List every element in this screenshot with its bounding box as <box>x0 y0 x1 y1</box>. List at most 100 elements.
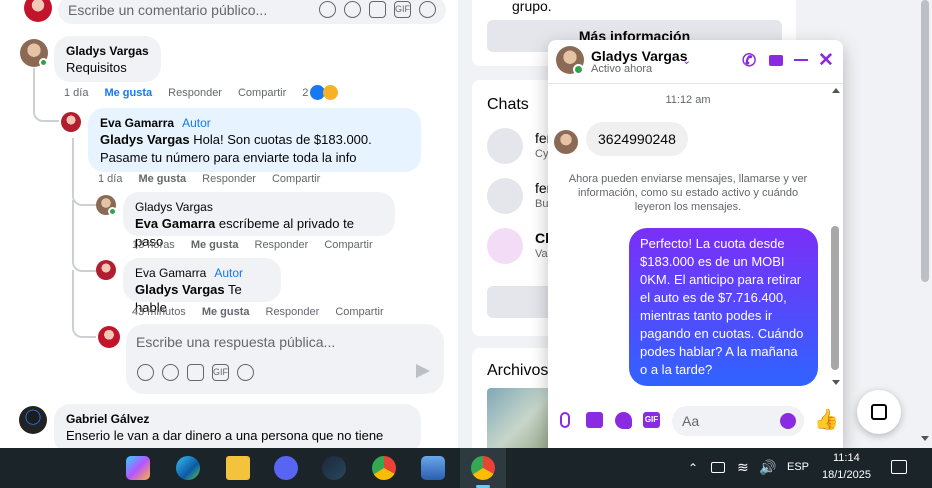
copilot-icon[interactable] <box>126 456 150 480</box>
minimize-icon[interactable] <box>794 59 808 61</box>
chat-header[interactable]: Gladys Vargas Activo ahora ⌄ ✆ ✕ <box>548 40 843 84</box>
gif-icon[interactable]: GIF <box>643 412 660 428</box>
scroll-thumb[interactable] <box>831 226 839 370</box>
emoji-icon[interactable] <box>780 413 796 429</box>
thread-line <box>33 68 59 122</box>
comment-time[interactable]: 13 horas <box>132 239 175 251</box>
avatar-sticker-icon[interactable] <box>319 1 336 18</box>
reply-input[interactable]: Escribe una respuesta pública... GIF <box>126 324 444 394</box>
share-button[interactable]: Compartir <box>238 87 286 99</box>
microphone-icon[interactable] <box>560 412 570 428</box>
message-input[interactable]: Aa <box>672 406 804 436</box>
comment-author[interactable]: Gabriel Gálvez <box>66 411 409 427</box>
chrome-icon[interactable] <box>372 456 396 480</box>
sticker-icon[interactable] <box>615 412 632 429</box>
thumbs-up-icon[interactable]: 👍 <box>814 410 839 430</box>
reactions-count[interactable]: 2 <box>302 85 339 100</box>
camera-icon[interactable] <box>369 1 386 18</box>
gif-icon[interactable]: GIF <box>212 364 229 381</box>
mention[interactable]: Eva Gamarra <box>135 216 215 231</box>
comment-time[interactable]: 1 día <box>64 87 88 99</box>
reply-button[interactable]: Responder <box>168 87 222 99</box>
chat-item[interactable]: Ch Val <box>487 228 554 264</box>
avatar-sticker-icon[interactable] <box>137 364 154 381</box>
avatar[interactable] <box>96 260 116 280</box>
sticker-icon[interactable] <box>237 364 254 381</box>
device-icon[interactable] <box>711 462 725 473</box>
scroll-down-icon[interactable] <box>921 436 929 441</box>
compose-icon <box>871 404 887 420</box>
reply-button[interactable]: Responder <box>202 173 256 185</box>
share-button[interactable]: Compartir <box>272 173 320 185</box>
chevron-up-icon[interactable]: ⌃ <box>688 461 698 475</box>
group-text: grupo. <box>512 0 552 14</box>
thread-line <box>72 270 96 338</box>
chat-item[interactable]: fer Bu <box>487 178 551 214</box>
discord-icon[interactable] <box>274 456 298 480</box>
received-message[interactable]: 3624990248 <box>586 122 688 156</box>
notification-icon[interactable] <box>891 460 907 474</box>
comment-time[interactable]: 1 día <box>98 173 122 185</box>
phone-icon[interactable]: ✆ <box>742 52 756 69</box>
close-icon[interactable]: ✕ <box>818 51 834 70</box>
comment-author[interactable]: Eva Gamarra <box>135 266 206 280</box>
scroll-up-icon[interactable] <box>832 88 840 93</box>
comment-input[interactable]: Escribe un comentario público... GIF <box>58 0 446 24</box>
comment-text: Gladys Vargas Hola! Son cuotas de $183.0… <box>100 132 372 147</box>
image-icon[interactable] <box>586 412 603 428</box>
mention[interactable]: Gladys Vargas <box>135 282 225 297</box>
chevron-down-icon[interactable]: ⌄ <box>682 54 691 67</box>
new-message-button[interactable] <box>857 390 901 434</box>
file-explorer-icon[interactable] <box>226 456 250 480</box>
sender-avatar[interactable] <box>554 130 578 154</box>
emoji-icon[interactable] <box>162 364 179 381</box>
like-button[interactable]: Me gusta <box>202 306 250 318</box>
wifi-icon[interactable]: ≋ <box>737 459 749 476</box>
reply-button[interactable]: Responder <box>266 306 320 318</box>
contact-name[interactable]: Gladys Vargas <box>591 48 688 64</box>
chat-bubble-icon <box>487 178 523 214</box>
video-icon[interactable] <box>769 55 783 66</box>
camera-icon[interactable] <box>187 364 204 381</box>
sticker-icon[interactable] <box>419 1 436 18</box>
gif-icon[interactable]: GIF <box>394 1 411 18</box>
messages-scrollbar[interactable] <box>829 84 841 394</box>
comment-text: Enserio le van a dar dinero a una person… <box>66 428 384 443</box>
avatar[interactable] <box>19 406 47 434</box>
edge-icon[interactable] <box>176 456 200 480</box>
sent-message[interactable]: Perfecto! La cuota desde $183.000 es de … <box>629 228 818 386</box>
share-button[interactable]: Compartir <box>324 239 372 251</box>
messages-area: 11:12 am 3624990248 Ahora pueden enviars… <box>548 84 843 394</box>
emoji-icon[interactable] <box>344 1 361 18</box>
comment-actions: 1 día Me gusta Responder Compartir <box>98 173 320 185</box>
send-icon[interactable] <box>416 364 430 378</box>
like-button[interactable]: Me gusta <box>138 173 186 185</box>
reply-button[interactable]: Responder <box>255 239 309 251</box>
comment-author[interactable]: Gladys Vargas <box>66 43 149 59</box>
comment-author[interactable]: Gladys Vargas <box>135 199 383 215</box>
steam-icon[interactable] <box>322 456 346 480</box>
share-button[interactable]: Compartir <box>335 306 383 318</box>
comments-feed: Escribe un comentario público... GIF Gla… <box>0 0 458 448</box>
current-user-avatar[interactable] <box>98 326 120 348</box>
page-scroll-thumb[interactable] <box>921 0 929 282</box>
current-user-avatar[interactable] <box>24 0 52 22</box>
reply-input-placeholder: Escribe una respuesta pública... <box>136 334 336 350</box>
page-scrollbar[interactable] <box>918 0 932 448</box>
like-button[interactable]: Me gusta <box>104 87 152 99</box>
chat-item[interactable]: fer Cy <box>487 128 551 164</box>
scroll-down-icon[interactable] <box>832 380 840 385</box>
mention[interactable]: Gladys Vargas <box>100 132 190 147</box>
comment-actions: 1 día Me gusta Responder Compartir 2 <box>64 85 339 100</box>
language-indicator[interactable]: ESP <box>787 461 809 473</box>
like-button[interactable]: Me gusta <box>191 239 239 251</box>
avatar[interactable] <box>61 112 81 132</box>
clock-time[interactable]: 11:14 <box>833 452 860 464</box>
volume-icon[interactable]: 🔊 <box>759 459 776 476</box>
clock-date[interactable]: 18/1/2025 <box>822 469 871 481</box>
control-panel-icon[interactable] <box>421 456 445 480</box>
comment-time[interactable]: 43 minutos <box>132 306 186 318</box>
chrome-profile-icon[interactable] <box>471 456 495 480</box>
comment-bubble: Gladys Vargas Eva Gamarra escríbeme al p… <box>123 192 395 249</box>
comment-author[interactable]: Eva Gamarra <box>100 116 174 130</box>
